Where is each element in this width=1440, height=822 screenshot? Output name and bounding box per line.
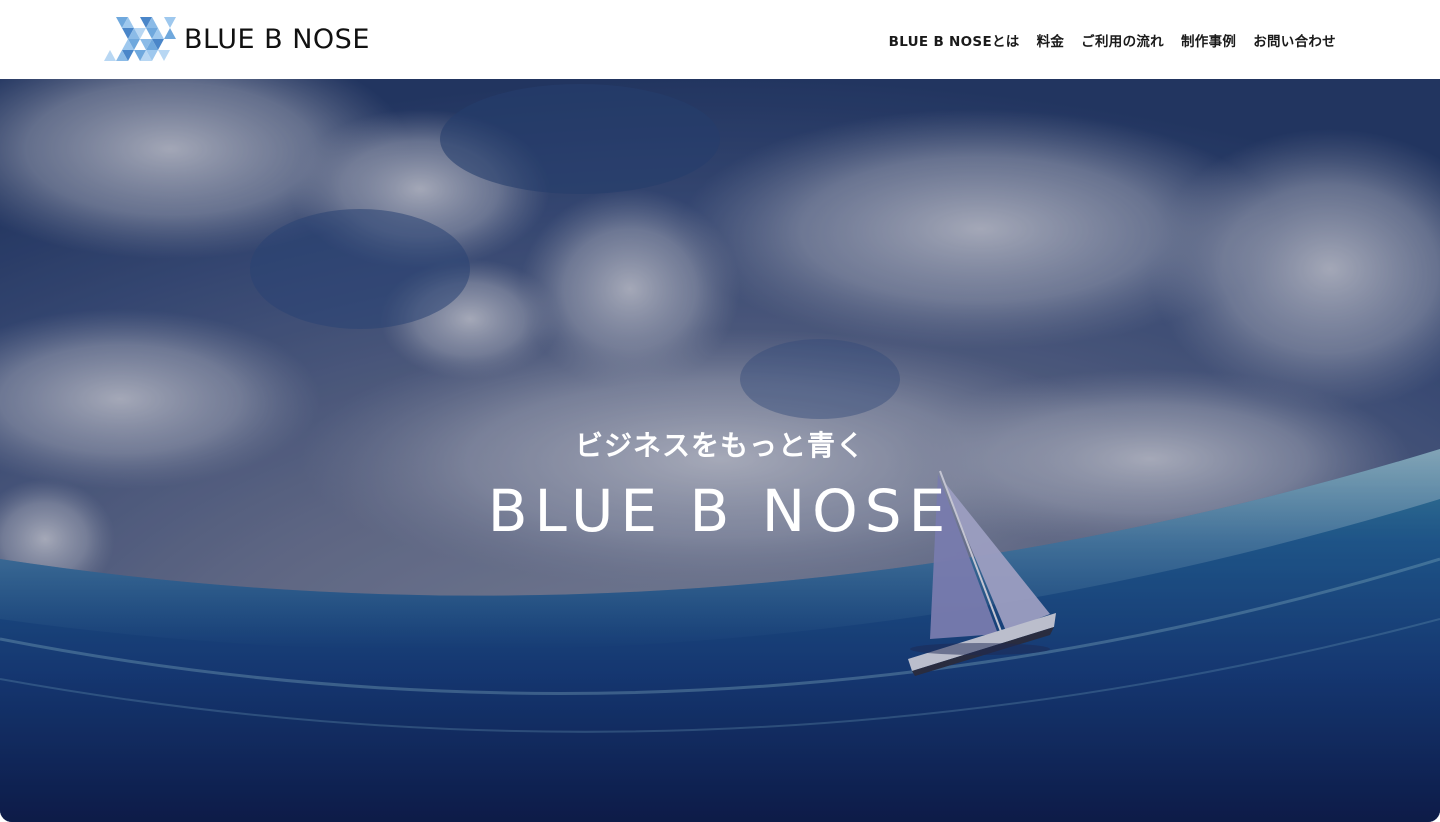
nav-item-flow: ご利用の流れ — [1081, 30, 1164, 50]
main-nav: BLUE B NOSEとは 料金 ご利用の流れ 制作事例 お問い合わせ — [889, 30, 1336, 50]
hero-tagline: ビジネスをもっと青く — [574, 429, 865, 462]
logo-link[interactable]: BLUE B NOSE — [104, 17, 370, 61]
site-header: BLUE B NOSE BLUE B NOSEとは 料金 ご利用の流れ 制作事例… — [0, 0, 1440, 79]
logo-text: BLUE B NOSE — [184, 23, 370, 55]
chevron-triangles-logo-icon — [104, 17, 176, 61]
nav-link-pricing[interactable]: 料金 — [1037, 34, 1065, 50]
nav-link-contact[interactable]: お問い合わせ — [1253, 34, 1336, 50]
nav-item-contact: お問い合わせ — [1253, 30, 1336, 50]
nav-item-works: 制作事例 — [1181, 30, 1236, 50]
page: BLUE B NOSE BLUE B NOSEとは 料金 ご利用の流れ 制作事例… — [0, 0, 1440, 822]
nav-link-flow[interactable]: ご利用の流れ — [1081, 34, 1164, 50]
hero-title: BLUE B NOSE — [487, 477, 953, 545]
nav-item-about: BLUE B NOSEとは — [889, 30, 1020, 50]
nav-link-works[interactable]: 制作事例 — [1181, 34, 1236, 50]
hero-section: ビジネスをもっと青く BLUE B NOSE — [0, 79, 1440, 822]
nav-link-about[interactable]: BLUE B NOSEとは — [889, 34, 1020, 50]
nav-item-pricing: 料金 — [1037, 30, 1065, 50]
